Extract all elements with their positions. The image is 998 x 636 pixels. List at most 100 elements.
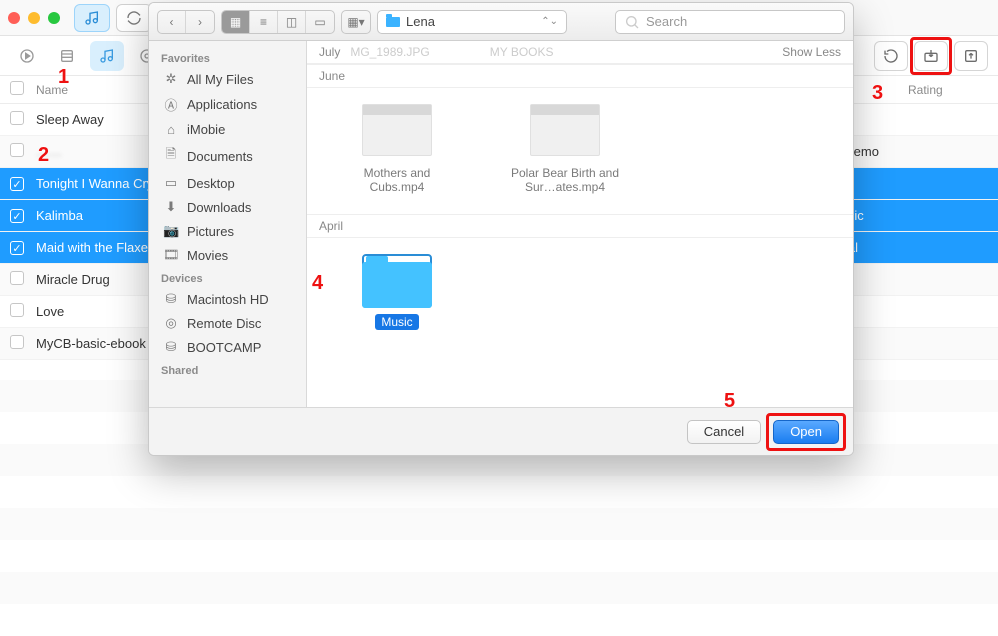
col-rating[interactable]: Rating xyxy=(908,83,988,97)
sidebar-item[interactable]: ⌂ iMobie xyxy=(149,118,306,141)
tile-label: Music xyxy=(375,314,418,330)
all-files-icon: ✲ xyxy=(163,71,179,87)
hdd-icon: ⛁ xyxy=(163,291,179,307)
group-head-june: June xyxy=(307,64,853,88)
folder-icon xyxy=(362,254,432,308)
show-less-link[interactable]: Show Less xyxy=(782,45,841,59)
dialog-sidebar: Favorites ✲ All My Files Ⓐ Applications ⌂ iMo… xyxy=(149,41,307,407)
traffic-close-icon[interactable] xyxy=(8,12,20,24)
sidebar-head-favorites: Favorites xyxy=(149,47,306,67)
sidebar-item[interactable]: 🗎 Documents xyxy=(149,141,306,171)
arrange-icon[interactable]: ▦▾ xyxy=(342,11,370,33)
path-popup[interactable]: Lena ⌃⌄ xyxy=(377,10,567,34)
downloads-icon: ⬇ xyxy=(163,199,179,215)
group-title: April xyxy=(319,219,343,233)
traffic-min-icon[interactable] xyxy=(28,12,40,24)
tile-label: Mothers and Cubs.mp4 xyxy=(337,166,457,194)
sidebar-item-label: Applications xyxy=(187,97,257,112)
row-checkbox[interactable] xyxy=(10,303,24,317)
column-view-icon[interactable]: ◫ xyxy=(278,11,306,33)
tile-label: Polar Bear Birth and Sur…ates.mp4 xyxy=(505,166,625,194)
list-icon[interactable] xyxy=(50,41,84,71)
home-icon: ⌂ xyxy=(163,122,179,137)
sidebar-item-label: All My Files xyxy=(187,72,253,87)
dialog-content[interactable]: July MG_1989.JPG MY BOOKS Show Less June… xyxy=(307,41,853,407)
ghost-text: MG_1989.JPG xyxy=(350,45,429,59)
sidebar-item[interactable]: ⛁ Macintosh HD xyxy=(149,287,306,311)
documents-icon: 🗎 xyxy=(163,145,179,167)
cancel-button[interactable]: Cancel xyxy=(687,420,761,444)
sidebar-item-label: Desktop xyxy=(187,176,235,191)
callout-box-5 xyxy=(766,413,846,451)
row-checkbox[interactable] xyxy=(10,111,24,125)
dialog-toolbar: ‹ › ▦ ≡ ◫ ▭ ▦▾ Lena ⌃⌄ Search xyxy=(149,3,853,41)
ghost-text: MY BOOKS xyxy=(490,45,554,59)
folder-tile-music[interactable]: Music xyxy=(337,254,457,330)
audio-icon[interactable] xyxy=(90,41,124,71)
sidebar-item[interactable]: 📷 Pictures xyxy=(149,219,306,243)
back-icon[interactable]: ‹ xyxy=(158,11,186,33)
row-checkbox[interactable]: ✓ xyxy=(10,177,24,191)
coverflow-view-icon[interactable]: ▭ xyxy=(306,11,334,33)
sidebar-item-label: Remote Disc xyxy=(187,316,261,331)
dialog-footer: Cancel Open xyxy=(149,407,853,455)
sidebar-item-label: iMobie xyxy=(187,122,225,137)
forward-icon[interactable]: › xyxy=(186,11,214,33)
file-tile[interactable]: Polar Bear Birth and Sur…ates.mp4 xyxy=(505,104,625,194)
open-file-dialog: ‹ › ▦ ≡ ◫ ▭ ▦▾ Lena ⌃⌄ Search Favorites … xyxy=(148,2,854,456)
row-checkbox[interactable]: ✓ xyxy=(10,241,24,255)
sidebar-item-label: Downloads xyxy=(187,200,251,215)
music-app-icon[interactable] xyxy=(74,4,110,32)
chevron-updown-icon: ⌃⌄ xyxy=(541,16,558,27)
sidebar-head-shared: Shared xyxy=(149,359,306,379)
callout-box-3 xyxy=(910,37,952,75)
desktop-icon: ▭ xyxy=(163,175,179,191)
sidebar-item[interactable]: ✲ All My Files xyxy=(149,67,306,91)
group-head-july: July MG_1989.JPG MY BOOKS Show Less xyxy=(307,41,853,64)
hdd-icon: ⛁ xyxy=(163,339,179,355)
sidebar-item-label: Pictures xyxy=(187,224,234,239)
path-label: Lena xyxy=(406,14,435,29)
movies-icon: 🎞 xyxy=(163,247,179,263)
view-mode-segment[interactable]: ▦ ≡ ◫ ▭ xyxy=(221,10,335,34)
sidebar-head-devices: Devices xyxy=(149,267,306,287)
traffic-zoom-icon[interactable] xyxy=(48,12,60,24)
group-title: July xyxy=(319,45,340,59)
search-placeholder: Search xyxy=(646,14,687,29)
search-input[interactable]: Search xyxy=(615,10,845,34)
pictures-icon: 📷 xyxy=(163,223,179,239)
group-june-grid: Mothers and Cubs.mp4 Polar Bear Birth an… xyxy=(307,88,853,214)
sidebar-item-label: Movies xyxy=(187,248,228,263)
disc-icon: ◎ xyxy=(163,315,179,331)
video-thumb-icon xyxy=(530,104,600,156)
sidebar-item-label: BOOTCAMP xyxy=(187,340,261,355)
nav-back-forward[interactable]: ‹ › xyxy=(157,10,215,34)
file-tile[interactable]: Mothers and Cubs.mp4 xyxy=(337,104,457,194)
list-view-icon[interactable]: ≡ xyxy=(250,11,278,33)
icon-view-icon[interactable]: ▦ xyxy=(222,11,250,33)
sidebar-item-label: Documents xyxy=(187,149,253,164)
row-checkbox[interactable]: ✓ xyxy=(10,209,24,223)
play-icon[interactable] xyxy=(10,41,44,71)
video-thumb-icon xyxy=(362,104,432,156)
sidebar-item[interactable]: ⬇ Downloads xyxy=(149,195,306,219)
sidebar-item-label: Macintosh HD xyxy=(187,292,269,307)
sidebar-item[interactable]: Ⓐ Applications xyxy=(149,91,306,118)
group-title: June xyxy=(319,69,345,83)
sidebar-item[interactable]: ⛁ BOOTCAMP xyxy=(149,335,306,359)
select-all-checkbox[interactable] xyxy=(10,81,24,95)
arrange-menu[interactable]: ▦▾ xyxy=(341,10,371,34)
row-checkbox[interactable] xyxy=(10,143,24,157)
search-icon xyxy=(624,14,640,30)
import-button[interactable] xyxy=(914,41,948,71)
apps-icon: Ⓐ xyxy=(163,95,179,114)
refresh-button[interactable] xyxy=(874,41,908,71)
export-button[interactable] xyxy=(954,41,988,71)
row-checkbox[interactable] xyxy=(10,271,24,285)
sidebar-item[interactable]: ◎ Remote Disc xyxy=(149,311,306,335)
folder-icon xyxy=(386,17,400,27)
sidebar-item[interactable]: 🎞 Movies xyxy=(149,243,306,267)
sidebar-item[interactable]: ▭ Desktop xyxy=(149,171,306,195)
row-checkbox[interactable] xyxy=(10,335,24,349)
sync-icon[interactable] xyxy=(116,4,152,32)
